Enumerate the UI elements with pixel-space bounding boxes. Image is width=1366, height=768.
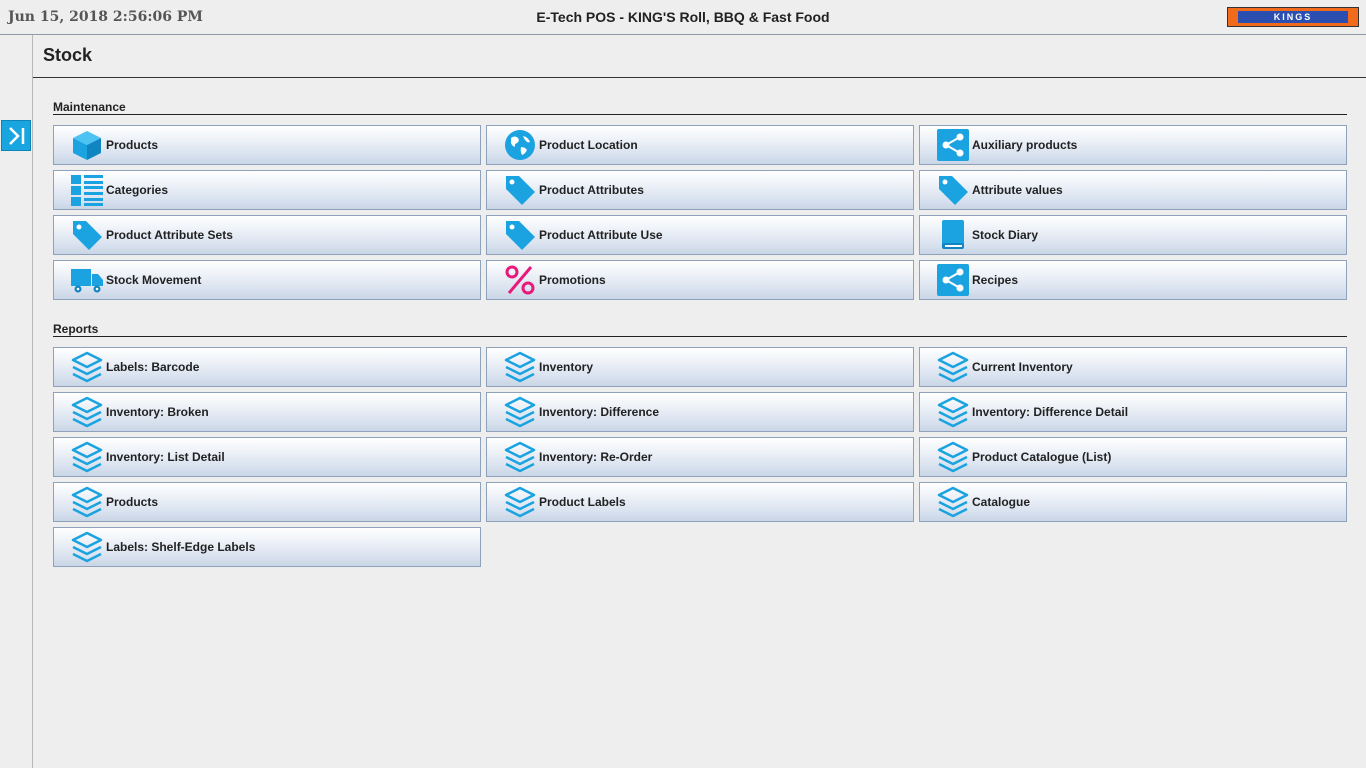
reports-heading: Reports (53, 322, 99, 336)
button-label: Labels: Barcode (106, 360, 200, 374)
reports-inventory-button[interactable]: Inventory (486, 347, 914, 387)
layers-icon (502, 484, 538, 520)
truck-icon (69, 262, 105, 298)
button-label: Stock Movement (106, 273, 202, 287)
title-divider (33, 77, 1366, 78)
button-label: Current Inventory (972, 360, 1073, 374)
reports-inventory-difference-button[interactable]: Inventory: Difference (486, 392, 914, 432)
maintenance-product-attributes-button[interactable]: Product Attributes (486, 170, 914, 210)
button-label: Products (106, 495, 159, 509)
maintenance-divider (53, 114, 1347, 115)
maintenance-products-button[interactable]: Products (53, 125, 481, 165)
maintenance-categories-button[interactable]: Categories (53, 170, 481, 210)
button-label: Attribute values (972, 183, 1063, 197)
button-label: Inventory: Difference Detail (972, 405, 1129, 419)
maintenance-product-attribute-use-button[interactable]: Product Attribute Use (486, 215, 914, 255)
share-icon (935, 262, 971, 298)
button-label: Inventory: Broken (106, 405, 209, 419)
reports-inventory-difference-detail-button[interactable]: Inventory: Difference Detail (919, 392, 1347, 432)
button-label: Inventory: Difference (539, 405, 660, 419)
button-label: Product Labels (539, 495, 626, 509)
layers-icon (935, 349, 971, 385)
button-label: Product Attributes (539, 183, 644, 197)
expand-panel-button[interactable] (1, 120, 31, 151)
percent-icon (502, 262, 538, 298)
maintenance-heading: Maintenance (53, 100, 126, 114)
layers-icon (69, 439, 105, 475)
list-icon (69, 172, 105, 208)
button-label: Product Attribute Sets (106, 228, 233, 242)
button-label: Catalogue (972, 495, 1031, 509)
button-label: Stock Diary (972, 228, 1039, 242)
globe-icon (502, 127, 538, 163)
reports-grid: Labels: Barcode Inventory Current Inventor… (53, 347, 1347, 567)
layers-icon (935, 394, 971, 430)
layers-icon (935, 484, 971, 520)
button-label: Products (106, 138, 159, 152)
button-label: Inventory: List Detail (106, 450, 225, 464)
reports-current-inventory-button[interactable]: Current Inventory (919, 347, 1347, 387)
reports-divider (53, 336, 1347, 337)
button-label: Promotions (539, 273, 606, 287)
kings-logo: KINGS (1227, 7, 1359, 27)
logo-text: KINGS (1238, 11, 1348, 23)
maintenance-stock-diary-button[interactable]: Stock Diary (919, 215, 1347, 255)
maintenance-product-attribute-sets-button[interactable]: Product Attribute Sets (53, 215, 481, 255)
reports-product-catalogue-list-button[interactable]: Product Catalogue (List) (919, 437, 1347, 477)
layers-icon (69, 529, 105, 565)
button-label: Labels: Shelf-Edge Labels (106, 540, 256, 554)
layers-icon (69, 394, 105, 430)
maintenance-grid: Products Product Location Auxiliary produc… (53, 125, 1347, 300)
tag-icon (935, 172, 971, 208)
share-icon (935, 127, 971, 163)
title-bar: Jun 15, 2018 2:56:06 PM E-Tech POS - KIN… (0, 0, 1366, 35)
tag-icon (502, 217, 538, 253)
tag-icon (502, 172, 538, 208)
reports-catalogue-button[interactable]: Catalogue (919, 482, 1347, 522)
layers-icon (502, 349, 538, 385)
stock-panel: Stock Maintenance Products Product Locati… (32, 35, 1366, 768)
maintenance-stock-movement-button[interactable]: Stock Movement (53, 260, 481, 300)
layers-icon (502, 439, 538, 475)
page-title: Stock (43, 45, 93, 65)
button-label: Auxiliary products (972, 138, 1078, 152)
button-label: Recipes (972, 273, 1019, 287)
box-icon (69, 127, 105, 163)
side-panel (0, 35, 32, 768)
button-label: Product Catalogue (List) (972, 450, 1112, 464)
reports-inventory-list-detail-button[interactable]: Inventory: List Detail (53, 437, 481, 477)
expand-panel-icon (9, 127, 25, 145)
maintenance-product-location-button[interactable]: Product Location (486, 125, 914, 165)
reports-labels-barcode-button[interactable]: Labels: Barcode (53, 347, 481, 387)
button-label: Product Location (539, 138, 638, 152)
maintenance-attribute-values-button[interactable]: Attribute values (919, 170, 1347, 210)
reports-labels-shelf-edge-labels-button[interactable]: Labels: Shelf-Edge Labels (53, 527, 481, 567)
app-title: E-Tech POS - KING'S Roll, BBQ & Fast Foo… (536, 9, 830, 25)
layers-icon (935, 439, 971, 475)
button-label: Inventory: Re-Order (539, 450, 653, 464)
layers-icon (69, 349, 105, 385)
reports-product-labels-button[interactable]: Product Labels (486, 482, 914, 522)
tag-icon (69, 217, 105, 253)
book-icon (935, 217, 971, 253)
maintenance-recipes-button[interactable]: Recipes (919, 260, 1347, 300)
button-label: Categories (106, 183, 169, 197)
button-label: Product Attribute Use (539, 228, 663, 242)
maintenance-auxiliary-products-button[interactable]: Auxiliary products (919, 125, 1347, 165)
maintenance-promotions-button[interactable]: Promotions (486, 260, 914, 300)
reports-products-button[interactable]: Products (53, 482, 481, 522)
button-label: Inventory (539, 360, 594, 374)
layers-icon (69, 484, 105, 520)
reports-inventory-re-order-button[interactable]: Inventory: Re-Order (486, 437, 914, 477)
reports-inventory-broken-button[interactable]: Inventory: Broken (53, 392, 481, 432)
layers-icon (502, 394, 538, 430)
